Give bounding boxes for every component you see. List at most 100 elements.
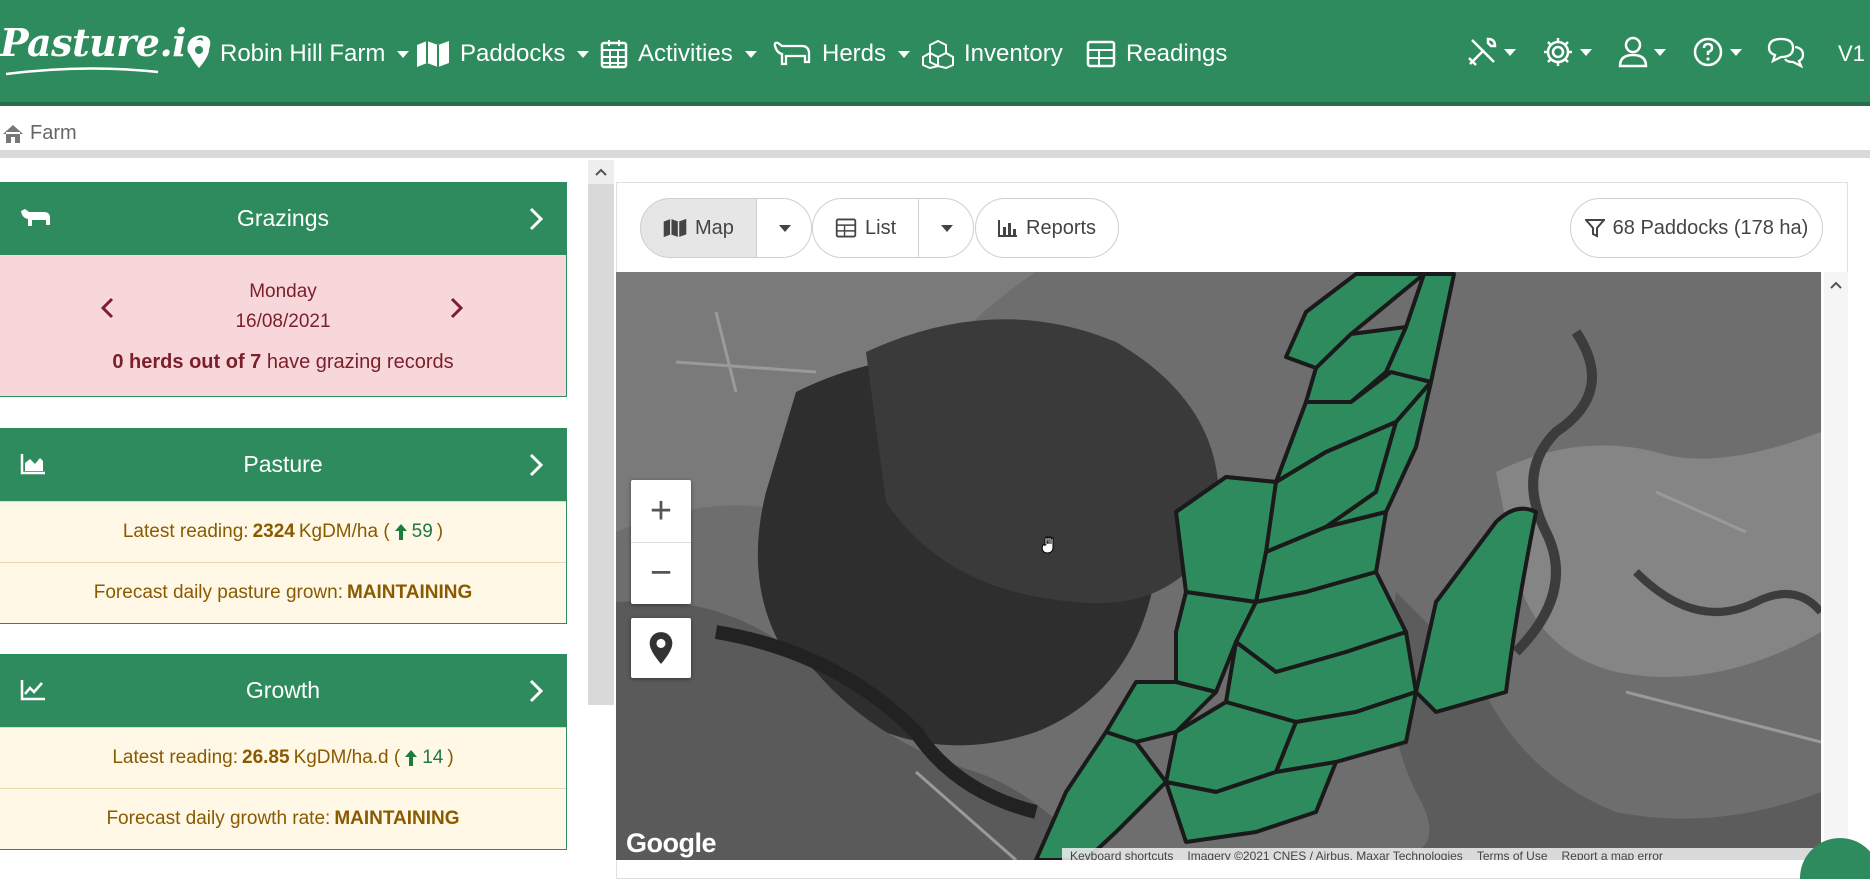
nav-paddocks-label: Paddocks [460,40,566,67]
breadcrumb: Farm [0,110,1870,158]
bar-chart-icon [998,220,1017,237]
growth-latest-close: ) [447,747,454,768]
left-panel-scrollbar[interactable] [588,160,614,705]
table-icon [1086,40,1116,68]
growth-latest-change: 14 [422,747,444,768]
tools-menu-button[interactable] [1466,32,1516,72]
chevron-down-icon [577,50,590,58]
growth-title: Growth [245,677,321,703]
nav-inventory-label: Inventory [964,40,1063,67]
growth-header[interactable]: Growth [0,655,566,727]
map-view-toggle[interactable]: Map [640,198,812,258]
breadcrumb-farm[interactable]: Farm [2,122,77,145]
list-view-button[interactable]: List [813,199,918,257]
zoom-in-button[interactable]: + [631,480,691,542]
nav-activities-label: Activities [638,40,733,67]
pasture-forecast-row: Forecast daily pasture grown: MAINTAININ… [0,562,566,623]
pasture-latest-change: 59 [411,521,433,542]
map-view-button[interactable]: Map [641,199,756,257]
chevron-up-icon [1830,281,1842,289]
grazing-count: 0 herds out of 7 [112,351,262,373]
settings-menu-button[interactable] [1542,32,1592,72]
brand-swoosh [5,67,159,76]
nav-herds-label: Herds [822,40,887,67]
calendar-icon [600,40,628,69]
map-view-label: Map [695,216,734,239]
map-options-dropdown[interactable] [755,199,811,257]
table-icon [835,218,857,238]
grazings-body: Monday 16/08/2021 0 herds out of 7 have … [0,255,566,396]
terms-of-use-link[interactable]: Terms of Use [1477,849,1548,860]
nav-farm-dropdown[interactable]: Robin Hill Farm [188,34,410,74]
imagery-credit: Imagery ©2021 CNES / Airbus, Maxar Techn… [1187,849,1463,860]
chevron-down-icon [744,50,757,58]
hand-cursor-icon [1041,536,1054,554]
arrow-up-icon [394,524,407,540]
next-day-button[interactable] [450,297,464,319]
growth-latest-label: Latest reading: [112,747,239,768]
grazings-header[interactable]: Grazings [0,183,566,255]
help-icon [1693,37,1723,67]
chevron-down-icon [1730,48,1742,56]
nav-inventory-link[interactable]: Inventory [922,34,1063,74]
my-location-button[interactable] [631,618,691,678]
reports-button[interactable]: Reports [975,198,1120,258]
growth-forecast-value: MAINTAINING [334,808,460,829]
report-error-link[interactable]: Report a map error [1562,849,1663,860]
list-view-toggle[interactable]: List [812,198,975,258]
chevron-down-icon [397,50,410,58]
growth-forecast-label: Forecast daily growth rate: [106,808,331,829]
nav-readings-link[interactable]: Readings [1086,34,1227,74]
grazings-card: Grazings Monday 16/08/2021 0 herds out o… [0,182,567,397]
satellite-imagery [616,272,1821,860]
breadcrumb-farm-label: Farm [30,122,77,144]
scroll-up-button[interactable] [588,160,614,184]
pasture-latest-label: Latest reading: [122,521,249,542]
reports-label: Reports [1026,216,1097,239]
growth-card: Growth Latest reading: 26.85 KgDM/ha.d (… [0,654,567,850]
nav-readings-label: Readings [1126,40,1228,67]
pasture-forecast-value: MAINTAINING [346,582,473,603]
chevron-right-icon[interactable] [528,453,544,477]
pasture-title: Pasture [243,451,323,477]
reports-button-inner[interactable]: Reports [976,199,1118,257]
zoom-out-button[interactable]: − [631,542,691,604]
home-icon [3,124,23,143]
top-navbar: Pasture.io Robin Hill Farm Paddocks Acti… [0,0,1870,106]
nav-activities-dropdown[interactable]: Activities [600,34,757,74]
paddock-filter-button[interactable]: 68 Paddocks (178 ha) [1570,198,1823,258]
grazings-title: Grazings [236,205,330,231]
grazing-day: Monday [249,281,317,302]
version-menu[interactable]: V1 [1838,34,1865,74]
growth-latest-row: Latest reading: 26.85 KgDM/ha.d ( 14) [0,727,566,788]
pasture-latest-close: ) [436,521,444,542]
pasture-forecast-label: Forecast daily pasture grown: [93,582,343,603]
pasture-latest-value: 2324 [252,521,295,542]
chevron-right-icon[interactable] [528,679,544,703]
pasture-latest-row: Latest reading: 2324 KgDM/ha ( 59) [0,501,566,562]
paddock-filter-inner[interactable]: 68 Paddocks (178 ha) [1575,199,1819,257]
satellite-map[interactable]: + − Google Keyboard shortcuts Imagery ©2… [616,272,1821,860]
nav-herds-dropdown[interactable]: Herds [772,34,911,74]
chevron-right-icon[interactable] [528,207,544,231]
gear-icon [1544,38,1572,66]
nav-paddocks-dropdown[interactable]: Paddocks [416,34,590,74]
chat-button[interactable] [1766,32,1806,72]
pasture-header[interactable]: Pasture [0,429,566,501]
user-menu-button[interactable] [1618,32,1666,72]
map-icon [663,218,687,238]
list-view-label: List [865,216,897,239]
brand-logo[interactable]: Pasture.io [0,20,211,65]
chevron-down-icon [1504,48,1516,56]
growth-forecast-row: Forecast daily growth rate: MAINTAINING [0,788,566,849]
chevron-up-icon [595,168,607,176]
pasture-latest-unit: KgDM/ha ( [298,521,390,542]
keyboard-shortcuts-link[interactable]: Keyboard shortcuts [1070,849,1173,860]
list-options-dropdown[interactable] [918,199,973,257]
pasture-card: Pasture Latest reading: 2324 KgDM/ha ( 5… [0,428,567,624]
help-menu-button[interactable] [1692,32,1742,72]
grazing-date: 16/08/2021 [235,311,331,332]
google-logo: Google [626,828,717,858]
map-panel-scrollbar[interactable] [1824,272,1848,860]
filter-icon [1584,219,1605,238]
